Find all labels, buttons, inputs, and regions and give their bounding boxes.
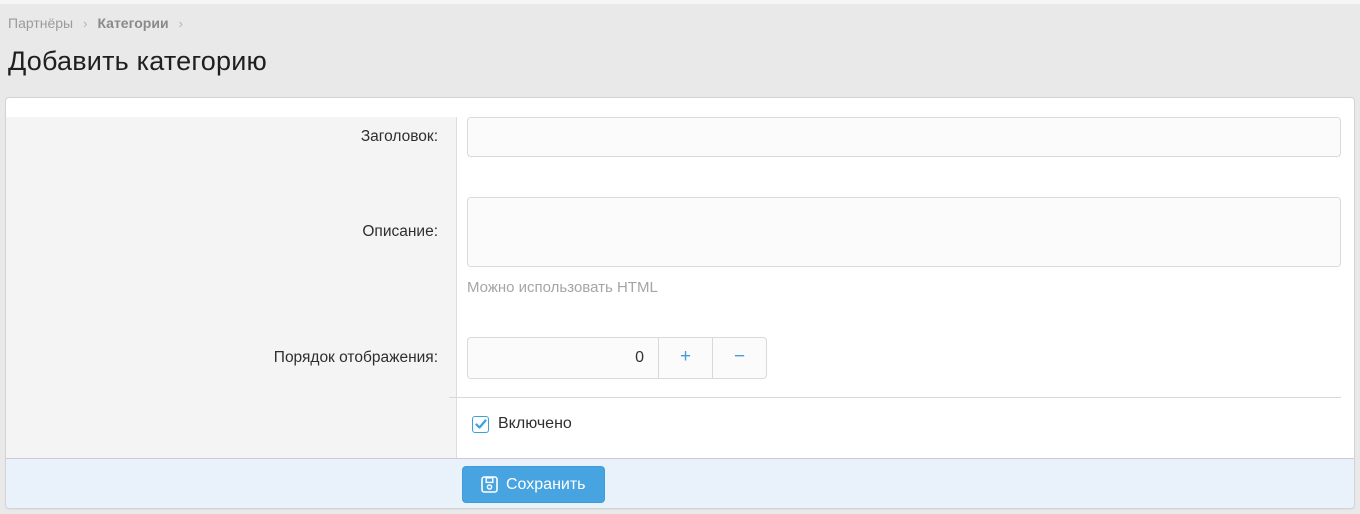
description-label: Описание: bbox=[6, 223, 456, 241]
title-field-cell bbox=[456, 117, 1354, 157]
increment-button[interactable]: + bbox=[658, 338, 712, 378]
form-row-sort-order: Порядок отображения: + − bbox=[6, 337, 1354, 379]
sort-order-stepper: + − bbox=[467, 337, 767, 379]
decrement-button[interactable]: − bbox=[712, 338, 766, 378]
save-button[interactable]: Сохранить bbox=[462, 466, 605, 503]
title-label: Заголовок: bbox=[6, 128, 456, 146]
breadcrumb-item-categories[interactable]: Категории bbox=[97, 15, 168, 31]
sort-order-label: Порядок отображения: bbox=[6, 349, 456, 367]
sort-order-input[interactable] bbox=[468, 338, 658, 378]
title-input[interactable] bbox=[467, 117, 1341, 157]
breadcrumb-separator-icon: › bbox=[179, 16, 183, 31]
form-body: Заголовок: Описание: Можно использовать … bbox=[6, 117, 1354, 458]
page-header: Партнёры › Категории › Добавить категори… bbox=[0, 4, 1360, 77]
page-title: Добавить категорию bbox=[8, 46, 1352, 77]
save-disk-icon bbox=[481, 476, 498, 493]
description-field-cell bbox=[456, 197, 1354, 267]
form-row-enabled: Включено bbox=[6, 398, 1354, 458]
description-textarea[interactable] bbox=[467, 197, 1341, 267]
panel-footer: Сохранить bbox=[6, 458, 1354, 508]
form-panel: Заголовок: Описание: Можно использовать … bbox=[5, 97, 1355, 509]
page: Партнёры › Категории › Добавить категори… bbox=[0, 0, 1360, 514]
checkmark-icon bbox=[475, 418, 487, 430]
form-row-description-hint: Можно использовать HTML bbox=[6, 267, 1354, 296]
hint-cell: Можно использовать HTML bbox=[456, 267, 1354, 296]
save-button-label: Сохранить bbox=[506, 476, 586, 494]
breadcrumb: Партнёры › Категории › bbox=[8, 13, 1352, 33]
enabled-label[interactable]: Включено bbox=[498, 415, 572, 433]
description-hint: Можно использовать HTML bbox=[467, 279, 1341, 296]
sort-order-field-cell: + − bbox=[456, 337, 1354, 379]
form-row-description: Описание: bbox=[6, 197, 1354, 267]
breadcrumb-separator-icon: › bbox=[83, 16, 87, 31]
breadcrumb-item-partners[interactable]: Партнёры bbox=[8, 15, 73, 31]
form-row-title: Заголовок: bbox=[6, 117, 1354, 157]
enabled-checkbox[interactable] bbox=[472, 416, 489, 433]
